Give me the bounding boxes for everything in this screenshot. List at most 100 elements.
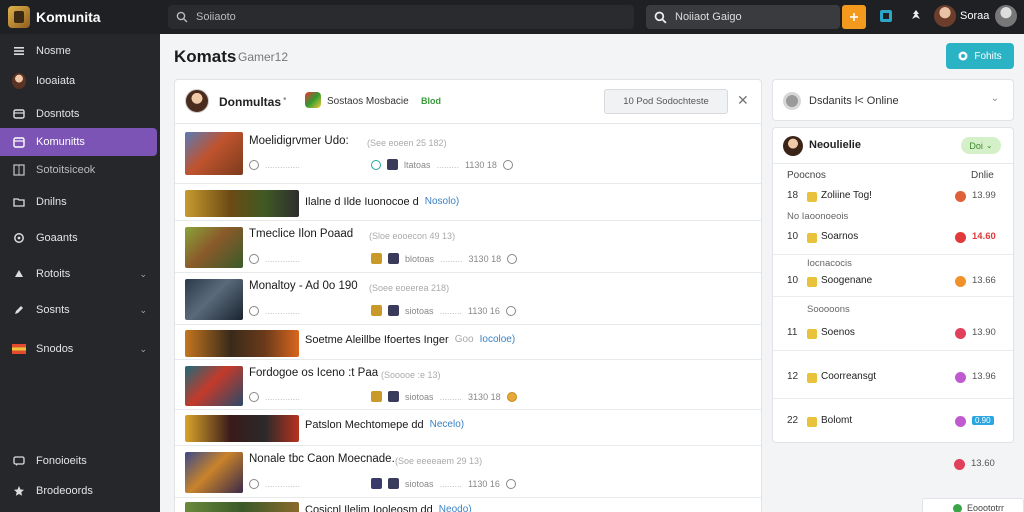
game-banner[interactable] <box>185 330 299 357</box>
list-item[interactable]: Soetme Aleillbe Ifoertes Inger Goo Iocol… <box>175 326 761 360</box>
leaderboard-row[interactable]: 22 Bolomt 0.90 <box>773 413 1013 431</box>
sidebar-item-rewards[interactable]: Rotoits ⌄ <box>0 260 157 288</box>
divider <box>773 296 1013 297</box>
user-name[interactable]: Soraa <box>960 10 989 22</box>
rank: 11 <box>787 327 798 338</box>
brand[interactable]: Komunita <box>0 0 160 34</box>
list-item[interactable]: Cosicnl Ilelim Iooleosm dd Neodo) <box>175 499 761 512</box>
sidebar-item-profile[interactable]: Iooaiata <box>0 67 157 95</box>
add-button[interactable] <box>842 5 866 29</box>
filter-button[interactable]: 10 Pod Sodochteste <box>604 89 728 114</box>
leaderboard-row[interactable]: 11 Soenos 13.90 <box>773 325 1013 343</box>
sidebar-item-leaderboards[interactable]: Brodeoords <box>0 477 157 505</box>
top-bar: Komunita Soiiaoto Noiiaot Gaigo Soraa <box>0 0 1024 34</box>
game-icon <box>371 391 382 402</box>
game-thumbnail[interactable] <box>185 132 243 175</box>
game-thumbnail[interactable] <box>185 452 243 493</box>
avatar-icon <box>12 73 26 89</box>
leaderboard-row[interactable]: 13.60 <box>950 458 1010 472</box>
item-line: blotoas <box>405 253 435 264</box>
game-banner[interactable] <box>185 190 299 217</box>
item-title[interactable]: Monaltoy - Ad 0o 190 <box>249 280 358 292</box>
profile-avatar[interactable] <box>995 5 1017 27</box>
score: 13.60 <box>971 458 995 469</box>
list-item[interactable]: Nonale tbc Caon Moecnade. (Soe eeeeaem 2… <box>175 447 761 498</box>
game-icon <box>807 192 817 202</box>
chevron-down-icon: ⌄ <box>139 343 147 354</box>
games-label[interactable]: Sostaos Mosbacie <box>327 96 409 107</box>
avatar[interactable] <box>185 89 209 113</box>
sidebar-item-games[interactable]: Goaants <box>0 224 157 252</box>
player-name: Soarnos <box>821 231 859 242</box>
notification-icon[interactable] <box>908 8 924 24</box>
score: 13.90 <box>972 327 996 338</box>
score-badge: 0.90 <box>972 416 994 425</box>
list-item[interactable]: Tmeclice Ilon Poaad (Sloe eooecon 49 13)… <box>175 222 761 273</box>
star-icon <box>12 484 26 498</box>
list-item[interactable]: Patslon Mechtomepe dd Necelo) <box>175 411 761 446</box>
flag-icon <box>12 342 26 356</box>
leaderboard-row[interactable]: 10 Soogenane 13.66 <box>773 273 1013 291</box>
sidebar-item-komunita[interactable]: Komunitts <box>0 128 157 156</box>
game-icon <box>807 417 817 427</box>
sidebar-item-posts[interactable]: Sosnts ⌄ <box>0 296 157 324</box>
game-banner[interactable] <box>185 502 299 512</box>
item-info: .............. ltatoas ......... 1130 18 <box>249 159 513 170</box>
avatar[interactable] <box>783 136 803 156</box>
period-dropdown[interactable]: Doi ⌄ <box>961 137 1001 154</box>
item-info: .............. siotoas ......... 3130 18 <box>249 391 517 402</box>
game-banner[interactable] <box>185 415 299 442</box>
home-icon <box>12 44 26 58</box>
banner-link[interactable]: Neodo) <box>439 504 472 512</box>
search-input[interactable]: Soiiaoto <box>168 5 634 29</box>
box-icon <box>12 107 26 121</box>
section-label: No Iaoonoeois <box>787 211 849 222</box>
item-title[interactable]: Nonale tbc Caon Moecnade. <box>249 453 395 465</box>
clock-icon <box>502 159 513 170</box>
rank: 10 <box>787 231 799 242</box>
sidebar-item-store[interactable]: Sotoitsiceok <box>0 156 157 184</box>
pen-icon <box>12 303 26 317</box>
leaderboard-row[interactable]: 18 Zoliine Tog! 13.99 <box>773 188 1013 206</box>
score: 13.96 <box>972 371 996 382</box>
banner-link[interactable]: Iocoloe) <box>480 334 516 346</box>
sidebar-item-documents[interactable]: Dosntots <box>0 100 157 128</box>
sidebar-item-messages[interactable]: Fonoioeits <box>0 447 157 475</box>
banner-title: Cosicnl Ilelim Iooleosm dd <box>305 504 433 512</box>
item-dots: .............. <box>265 305 301 316</box>
game-thumbnail[interactable] <box>185 227 243 268</box>
game-icon <box>807 233 817 243</box>
window-icon[interactable] <box>878 8 894 24</box>
game-search-input[interactable]: Noiiaot Gaigo <box>646 5 840 29</box>
game-thumbnail[interactable] <box>185 279 243 320</box>
online-filter[interactable]: Dsdanits l< Online ⌄ <box>772 79 1014 121</box>
banner-title: Soetme Aleillbe Ifoertes Inger <box>305 334 449 346</box>
game-thumbnail[interactable] <box>185 366 243 406</box>
list-item[interactable]: Fordogoe os Iceno :t Paa (Sooooe :e 13) … <box>175 361 761 410</box>
chat-icon <box>12 454 26 468</box>
list-item[interactable]: Moelidigrvmer Udo: (See eoeen 25 182) ..… <box>175 126 761 184</box>
banner-link[interactable]: Necelo) <box>430 419 464 431</box>
chevron-down-icon: ⌄ <box>990 93 999 104</box>
item-title[interactable]: Tmeclice Ilon Poaad <box>249 228 353 240</box>
sidebar-item-online[interactable]: Dnilns <box>0 188 157 216</box>
search-icon <box>176 11 188 23</box>
list-item[interactable]: Monaltoy - Ad 0o 190 (Soee eoeerea 218) … <box>175 274 761 325</box>
plus-icon <box>850 13 858 21</box>
leaderboard-row[interactable]: 10 Soarnos 14.60 <box>773 229 1013 247</box>
player-name: Coorreansgt <box>821 371 877 382</box>
banner-link[interactable]: Nosolo) <box>425 196 459 208</box>
new-post-button[interactable]: Fohits <box>946 43 1014 69</box>
sidebar-item-label: Brodeoords <box>36 485 93 497</box>
user-avatar[interactable] <box>934 5 956 27</box>
item-title[interactable]: Fordogoe os Iceno :t Paa <box>249 367 378 379</box>
close-icon[interactable]: ✕ <box>737 92 749 109</box>
sidebar-item-flags[interactable]: Snodos ⌄ <box>0 335 157 363</box>
list-item[interactable]: Ilalne d Ilde Iuonocoe d Nosolo) <box>175 185 761 221</box>
item-title[interactable]: Moelidigrvmer Udo: <box>249 135 349 147</box>
leaderboard-row[interactable]: 12 Coorreansgt 13.96 <box>773 369 1013 387</box>
footer-status[interactable]: Eooototrr <box>922 498 1024 512</box>
sidebar-item-home[interactable]: Nosme <box>0 37 157 65</box>
game-icon <box>807 329 817 339</box>
chevron-down-icon: ⌄ <box>139 304 147 315</box>
